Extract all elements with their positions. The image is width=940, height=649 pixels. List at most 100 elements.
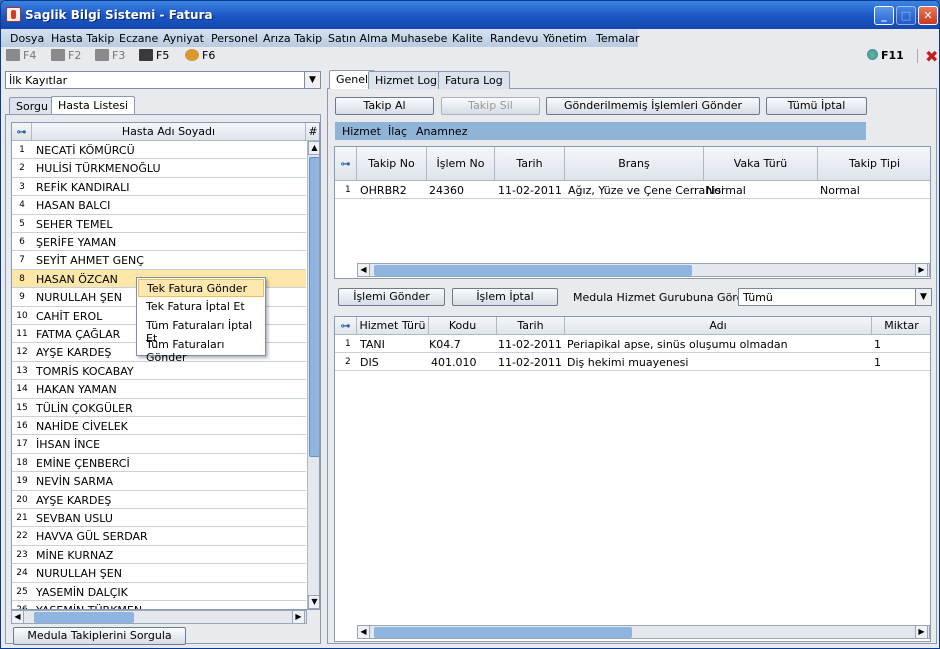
- scroll-left-icon[interactable]: ◀: [11, 610, 24, 624]
- subtab-ilac[interactable]: İlaç: [388, 125, 407, 138]
- patient-row[interactable]: 16 NAHİDE CİVELEK: [12, 417, 306, 436]
- column-header-kodu[interactable]: Kodu: [429, 317, 497, 335]
- title-bar[interactable]: Saglik Bilgi Sistemi - Fatura _ □ ✕: [1, 1, 939, 29]
- menu-yonetim[interactable]: Yönetim: [543, 32, 587, 45]
- column-header-hash[interactable]: #: [306, 123, 319, 141]
- patient-row[interactable]: 19 NEVİN SARMA: [12, 472, 306, 491]
- patient-row[interactable]: 25 YASEMİN DALÇIK: [12, 583, 306, 601]
- scrollbar-thumb[interactable]: [309, 157, 319, 457]
- scroll-right-icon[interactable]: ▶: [292, 610, 305, 624]
- subtab-anamnez[interactable]: Anamnez: [416, 125, 467, 138]
- column-header-takip-tipi[interactable]: Takip Tipi: [818, 147, 930, 181]
- menu-item-tum-faturalari-gonder[interactable]: Tüm Faturaları Gönder: [138, 336, 264, 364]
- scroll-right-icon[interactable]: ▶: [915, 263, 928, 277]
- patient-row[interactable]: 2 HULİSİ TÜRKMENOĞLU: [12, 159, 306, 178]
- patient-row[interactable]: 14 HAKAN YAMAN: [12, 380, 306, 399]
- takip-al-button[interactable]: Takip Al: [335, 97, 434, 115]
- patient-row[interactable]: 23 MİNE KURNAZ: [12, 546, 306, 565]
- islemi-gonder-button[interactable]: İşlemi Gönder: [338, 288, 445, 306]
- toolbar-f4-button[interactable]: F4: [6, 49, 36, 62]
- toolbar-f2-button[interactable]: F2: [51, 49, 81, 62]
- gonderilmemis-gonder-button[interactable]: Gönderilmemiş İşlemleri Gönder: [546, 97, 760, 115]
- patient-row[interactable]: 24 NURULLAH ŞEN: [12, 564, 306, 583]
- patient-row[interactable]: 21 SEVBAN USLU: [12, 509, 306, 528]
- minimize-button[interactable]: _: [874, 6, 894, 25]
- patient-row[interactable]: 5 SEHER TEMEL: [12, 215, 306, 233]
- medula-group-select[interactable]: Tümü ▼: [738, 288, 932, 306]
- takip-horizontal-scrollbar[interactable]: ◀ ▶: [357, 263, 930, 277]
- islem-iptal-button[interactable]: İşlem İptal: [452, 288, 558, 306]
- column-header-adi[interactable]: Adı: [565, 317, 872, 335]
- column-header-brans[interactable]: Branş: [565, 147, 704, 181]
- patient-row[interactable]: 13 TOMRİS KOCABAY: [12, 362, 306, 381]
- toolbar-f5-button[interactable]: F5: [139, 49, 169, 62]
- patient-horizontal-scrollbar[interactable]: ◀ ▶: [11, 610, 307, 624]
- table-row[interactable]: 1 OHRBR2 24360 11-02-2011 Ağız, Yüze ve …: [335, 181, 930, 199]
- toolbar-separator: [917, 49, 918, 63]
- scroll-left-icon[interactable]: ◀: [357, 625, 370, 639]
- patient-row[interactable]: 26YASEMİN TÜRKMEN: [12, 601, 306, 609]
- patient-row[interactable]: 3 REFİK KANDIRALI: [12, 178, 306, 197]
- menu-muhasebe[interactable]: Muhasebe: [391, 32, 447, 45]
- column-header-islem-no[interactable]: İşlem No: [427, 147, 495, 181]
- patient-row[interactable]: 1 NECATİ KÖMÜRCÜ: [12, 141, 306, 160]
- patient-row[interactable]: 17 İHSAN İNCE: [12, 435, 306, 454]
- tab-sorgu[interactable]: Sorgu: [9, 97, 55, 115]
- tumu-iptal-button[interactable]: Tümü İptal: [766, 97, 867, 115]
- maximize-button[interactable]: □: [896, 6, 916, 25]
- menu-temalar[interactable]: Temalar: [596, 32, 639, 45]
- menu-satin-alma[interactable]: Satın Alma: [328, 32, 388, 45]
- tab-hasta-listesi[interactable]: Hasta Listesi: [51, 96, 136, 115]
- vertical-scrollbar[interactable]: ▲ ▼: [307, 141, 319, 609]
- scroll-left-icon[interactable]: ◀: [357, 263, 370, 277]
- scrollbar-thumb[interactable]: [34, 612, 134, 623]
- scroll-down-icon[interactable]: ▼: [308, 595, 319, 609]
- menu-item-tek-fatura-gonder[interactable]: Tek Fatura Gönder: [138, 279, 264, 297]
- patient-row[interactable]: 22 HAVVA GÜL SERDAR: [12, 527, 306, 546]
- hizmet-horizontal-scrollbar[interactable]: ◀ ▶: [357, 625, 930, 639]
- menu-hasta-takip[interactable]: Hasta Takip: [51, 32, 114, 45]
- menu-eczane[interactable]: Eczane: [119, 32, 158, 45]
- column-header-takip-no[interactable]: Takip No: [357, 147, 427, 181]
- exit-icon[interactable]: ✖: [925, 47, 938, 66]
- menu-item-tum-faturalari-iptal[interactable]: Tüm Faturaları İptal Et: [138, 317, 264, 345]
- chevron-down-icon[interactable]: ▼: [915, 289, 931, 305]
- patient-row[interactable]: 18 EMİNE ÇENBERCİ: [12, 454, 306, 473]
- column-header-tarih[interactable]: Tarih: [495, 147, 565, 181]
- record-filter-select[interactable]: İlk Kayıtlar ▼: [5, 71, 321, 89]
- menu-ayniyat[interactable]: Ayniyat: [163, 32, 204, 45]
- patient-row[interactable]: 7 SEYİT AHMET GENÇ: [12, 251, 306, 270]
- table-row[interactable]: 1 TANI K04.7 11-02-2011 Periapikal apse,…: [335, 335, 930, 353]
- menu-kalite[interactable]: Kalite: [452, 32, 483, 45]
- column-header-miktar[interactable]: Miktar: [872, 317, 930, 335]
- menu-item-tek-fatura-iptal[interactable]: Tek Fatura İptal Et: [138, 298, 264, 316]
- patient-row[interactable]: 20 AYŞE KARDEŞ: [12, 491, 306, 509]
- close-button[interactable]: ✕: [918, 6, 938, 25]
- chevron-down-icon[interactable]: ▼: [304, 72, 320, 88]
- toolbar-f11-button[interactable]: F11: [867, 49, 904, 62]
- scrollbar-thumb[interactable]: [374, 627, 632, 638]
- column-header-hizmet-turu[interactable]: Hizmet Türü: [357, 317, 429, 335]
- scrollbar-thumb[interactable]: [374, 265, 692, 276]
- patient-name: REFİK KANDIRALI: [36, 180, 130, 194]
- patient-row[interactable]: 15 TÜLİN ÇOKGÜLER: [12, 399, 306, 417]
- column-header-tarih[interactable]: Tarih: [497, 317, 565, 335]
- scroll-right-icon[interactable]: ▶: [915, 625, 928, 639]
- menu-personel[interactable]: Personel: [211, 32, 258, 45]
- patient-row[interactable]: 4 HASAN BALCI: [12, 196, 306, 215]
- toolbar-f3-button[interactable]: F3: [95, 49, 125, 62]
- toolbar-f6-button[interactable]: F6: [185, 49, 215, 62]
- column-header-vaka-turu[interactable]: Vaka Türü: [704, 147, 818, 181]
- table-row[interactable]: 2 DIS 401.010 11-02-2011 Diş hekimi muay…: [335, 353, 930, 371]
- scroll-up-icon[interactable]: ▲: [308, 141, 319, 155]
- menu-dosya[interactable]: Dosya: [10, 32, 44, 45]
- column-header-name[interactable]: Hasta Adı Soyadı: [32, 123, 306, 141]
- menu-randevu[interactable]: Randevu: [490, 32, 538, 45]
- tab-hizmet-log[interactable]: Hizmet Log: [368, 71, 445, 89]
- menu-ariza-takip[interactable]: Arıza Takip: [263, 32, 322, 45]
- subtab-hizmet[interactable]: Hizmet: [342, 125, 381, 138]
- takip-sil-button[interactable]: Takip Sil: [441, 97, 540, 115]
- medula-sorgula-button[interactable]: Medula Takiplerini Sorgula: [13, 627, 186, 645]
- patient-row[interactable]: 6 ŞERİFE YAMAN: [12, 233, 306, 252]
- tab-fatura-log[interactable]: Fatura Log: [438, 71, 510, 89]
